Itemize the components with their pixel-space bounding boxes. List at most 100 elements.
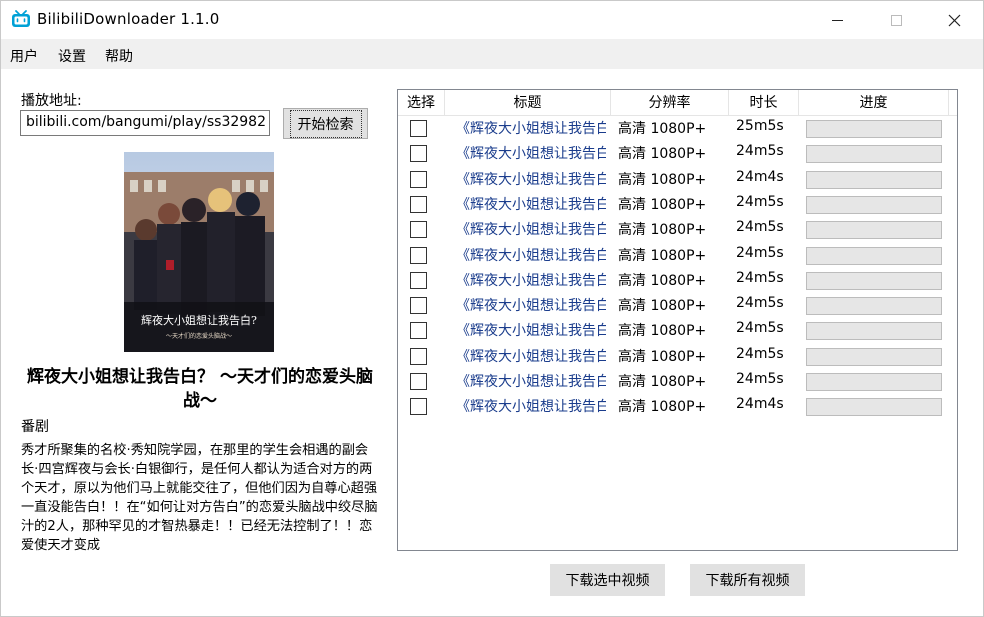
table-row[interactable]: 《辉夜大小姐想让我告白 高清 1080P+ 24m5s <box>398 293 957 318</box>
row-resolution: 高清 1080P+ <box>618 248 707 264</box>
download-all-button[interactable]: 下载所有视频 <box>690 564 805 596</box>
row-resolution: 高清 1080P+ <box>618 222 707 238</box>
row-title: 《辉夜大小姐想让我告白 <box>456 298 606 314</box>
close-button[interactable] <box>931 1 977 39</box>
table-row[interactable]: 《辉夜大小姐想让我告白 高清 1080P+ 24m4s <box>398 167 957 192</box>
row-title: 《辉夜大小姐想让我告白 <box>456 121 606 137</box>
menu-user[interactable]: 用户 <box>10 46 38 66</box>
address-input[interactable]: bilibili.com/bangumi/play/ss32982 <box>20 110 270 136</box>
row-progress-bar <box>806 171 942 189</box>
download-selected-button[interactable]: 下载选中视频 <box>550 564 665 596</box>
row-checkbox[interactable] <box>410 196 427 213</box>
row-title: 《辉夜大小姐想让我告白 <box>456 399 606 415</box>
row-progress-bar <box>806 272 942 290</box>
row-checkbox[interactable] <box>410 373 427 390</box>
row-duration: 24m4s <box>736 396 784 412</box>
table-row[interactable]: 《辉夜大小姐想让我告白 高清 1080P+ 24m5s <box>398 268 957 293</box>
row-title: 《辉夜大小姐想让我告白 <box>456 197 606 213</box>
row-progress-bar <box>806 247 942 265</box>
menu-settings[interactable]: 设置 <box>58 46 86 66</box>
anime-poster: 辉夜大小姐想让我告白? ～天才们的恋爱头脑战～ <box>124 152 274 352</box>
row-duration: 24m5s <box>736 371 784 387</box>
app-window: BilibiliDownloader 1.1.0 用户 设置 帮助 播放地址: … <box>0 0 984 617</box>
svg-text:辉夜大小姐想让我告白?: 辉夜大小姐想让我告白? <box>141 313 257 327</box>
window-title: BilibiliDownloader 1.1.0 <box>37 10 220 28</box>
minimize-icon <box>831 19 843 21</box>
row-duration: 24m5s <box>736 320 784 336</box>
table-row[interactable]: 《辉夜大小姐想让我告白 高清 1080P+ 24m5s <box>398 344 957 369</box>
row-resolution: 高清 1080P+ <box>618 374 707 390</box>
row-title: 《辉夜大小姐想让我告白 <box>456 222 606 238</box>
row-duration: 24m4s <box>736 169 784 185</box>
row-checkbox[interactable] <box>410 398 427 415</box>
row-progress-bar <box>806 398 942 416</box>
row-checkbox[interactable] <box>410 145 427 162</box>
header-select[interactable]: 选择 <box>398 90 445 116</box>
svg-text:～天才们的恋爱头脑战～: ～天才们的恋爱头脑战～ <box>166 332 232 340</box>
row-title: 《辉夜大小姐想让我告白 <box>456 248 606 264</box>
row-title: 《辉夜大小姐想让我告白 <box>456 146 606 162</box>
menu-help[interactable]: 帮助 <box>105 46 133 66</box>
row-progress-bar <box>806 145 942 163</box>
row-checkbox[interactable] <box>410 120 427 137</box>
row-progress-bar <box>806 297 942 315</box>
header-progress[interactable]: 进度 <box>799 90 949 116</box>
row-resolution: 高清 1080P+ <box>618 298 707 314</box>
row-checkbox[interactable] <box>410 322 427 339</box>
row-duration: 25m5s <box>736 118 784 134</box>
row-title: 《辉夜大小姐想让我告白 <box>456 323 606 339</box>
start-search-button[interactable]: 开始检索 <box>283 108 368 139</box>
minimize-button[interactable] <box>814 1 860 39</box>
row-checkbox[interactable] <box>410 297 427 314</box>
anime-title: 辉夜大小姐想让我告白？ ～天才们的恋爱头脑战～ <box>27 367 373 411</box>
row-progress-bar <box>806 120 942 138</box>
header-resolution[interactable]: 分辨率 <box>611 90 729 116</box>
menu-bar: 用户 设置 帮助 <box>1 39 983 69</box>
row-duration: 24m5s <box>736 245 784 261</box>
episode-table[interactable]: 选择 标题 分辨率 时长 进度 《辉夜大小姐想让我告白 高清 1080P+ 25m5… <box>397 89 958 551</box>
row-progress-bar <box>806 373 942 391</box>
table-row[interactable]: 《辉夜大小姐想让我告白 高清 1080P+ 25m5s <box>398 116 957 141</box>
row-progress-bar <box>806 322 942 340</box>
row-title: 《辉夜大小姐想让我告白 <box>456 374 606 390</box>
anime-description: 秀才所聚集的名校·秀知院学园，在那里的学生会相遇的副会长·四宫辉夜与会长·白银御… <box>21 443 378 553</box>
table-row[interactable]: 《辉夜大小姐想让我告白 高清 1080P+ 24m5s <box>398 318 957 343</box>
row-duration: 24m5s <box>736 219 784 235</box>
row-checkbox[interactable] <box>410 171 427 188</box>
header-duration[interactable]: 时长 <box>729 90 799 116</box>
row-title: 《辉夜大小姐想让我告白 <box>456 273 606 289</box>
row-duration: 24m5s <box>736 143 784 159</box>
row-resolution: 高清 1080P+ <box>618 349 707 365</box>
anime-type: 番剧 <box>21 419 49 435</box>
table-row[interactable]: 《辉夜大小姐想让我告白 高清 1080P+ 24m5s <box>398 217 957 242</box>
table-row[interactable]: 《辉夜大小姐想让我告白 高清 1080P+ 24m5s <box>398 141 957 166</box>
row-title: 《辉夜大小姐想让我告白 <box>456 172 606 188</box>
close-icon <box>948 14 960 26</box>
row-checkbox[interactable] <box>410 247 427 264</box>
table-row[interactable]: 《辉夜大小姐想让我告白 高清 1080P+ 24m4s <box>398 394 957 419</box>
row-checkbox[interactable] <box>410 272 427 289</box>
row-progress-bar <box>806 221 942 239</box>
row-duration: 24m5s <box>736 194 784 210</box>
row-checkbox[interactable] <box>410 348 427 365</box>
table-row[interactable]: 《辉夜大小姐想让我告白 高清 1080P+ 24m5s <box>398 369 957 394</box>
title-bar[interactable]: BilibiliDownloader 1.1.0 <box>1 1 983 39</box>
row-resolution: 高清 1080P+ <box>618 323 707 339</box>
maximize-button[interactable] <box>873 1 919 39</box>
table-row[interactable]: 《辉夜大小姐想让我告白 高清 1080P+ 24m5s <box>398 192 957 217</box>
row-duration: 24m5s <box>736 346 784 362</box>
row-resolution: 高清 1080P+ <box>618 121 707 137</box>
row-progress-bar <box>806 196 942 214</box>
poster-image: 辉夜大小姐想让我告白? ～天才们的恋爱头脑战～ <box>124 152 274 352</box>
row-title: 《辉夜大小姐想让我告白 <box>456 349 606 365</box>
start-search-label: 开始检索 <box>289 109 362 138</box>
table-row[interactable]: 《辉夜大小姐想让我告白 高清 1080P+ 24m5s <box>398 243 957 268</box>
row-checkbox[interactable] <box>410 221 427 238</box>
row-resolution: 高清 1080P+ <box>618 146 707 162</box>
row-duration: 24m5s <box>736 295 784 311</box>
row-resolution: 高清 1080P+ <box>618 172 707 188</box>
row-duration: 24m5s <box>736 270 784 286</box>
address-input-value: bilibili.com/bangumi/play/ss32982 <box>25 114 266 130</box>
header-title[interactable]: 标题 <box>445 90 611 116</box>
row-resolution: 高清 1080P+ <box>618 197 707 213</box>
